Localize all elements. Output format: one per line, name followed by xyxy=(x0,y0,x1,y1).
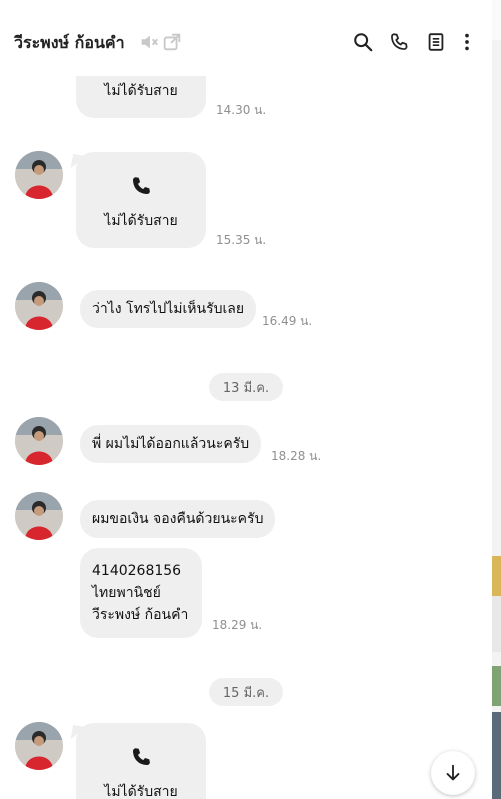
message-text: พี่ ผมไม่ได้ออกแล้วนะครับ xyxy=(92,436,250,452)
edge-block xyxy=(492,712,501,799)
missed-call-label: ไม่ได้รับสาย xyxy=(104,83,178,99)
message-time: 18.29 น. xyxy=(212,618,263,632)
background-window-edge xyxy=(492,0,501,799)
avatar[interactable] xyxy=(15,722,63,770)
message-time: 16.49 น. xyxy=(262,314,313,328)
message-bubble[interactable]: ว่าไง โทรไปไม่เห็นรับเลย xyxy=(80,290,257,328)
phone-icon[interactable] xyxy=(387,30,411,54)
edge-block xyxy=(492,0,501,40)
more-icon[interactable] xyxy=(455,30,479,54)
account-name: วีระพงษ์ ก้อนคำ xyxy=(92,607,189,623)
missed-call-bubble[interactable]: ไม่ได้รับสาย xyxy=(76,152,206,248)
date-separator: 15 มี.ค. xyxy=(209,678,283,706)
edge-block xyxy=(492,666,501,706)
message-text: ผมขอเงิน จองคืนด้วยนะครับ xyxy=(92,511,264,527)
notes-icon[interactable] xyxy=(424,30,448,54)
message-bubble[interactable]: ผมขอเงิน จองคืนด้วยนะครับ xyxy=(80,500,276,538)
avatar[interactable] xyxy=(15,282,63,330)
edge-block xyxy=(492,556,501,596)
missed-call-label: ไม่ได้รับสาย xyxy=(104,784,178,799)
message-text: ว่าไง โทรไปไม่เห็นรับเลย xyxy=(92,301,245,317)
missed-call-bubble[interactable]: ไม่ได้รับสาย xyxy=(76,723,206,799)
arrow-down-icon xyxy=(446,764,460,781)
avatar[interactable] xyxy=(15,492,63,540)
message-time: 18.28 น. xyxy=(271,449,322,463)
missed-call-label: ไม่ได้รับสาย xyxy=(104,213,178,229)
avatar[interactable] xyxy=(15,417,63,465)
date-separator: 13 มี.ค. xyxy=(209,373,283,401)
message-bubble[interactable]: พี่ ผมไม่ได้ออกแล้วนะครับ xyxy=(80,425,262,463)
phone-icon xyxy=(132,177,150,195)
search-icon[interactable] xyxy=(351,30,375,54)
message-bubble[interactable]: 4140268156 ไทยพานิชย์ วีระพงษ์ ก้อนคำ xyxy=(80,548,202,638)
account-number: 4140268156 xyxy=(92,563,182,579)
message-time: 14.30 น. xyxy=(216,103,267,117)
phone-icon xyxy=(132,748,150,766)
chat-panel: วีระพงษ์ ก้อนคำ ไม่ได้รับสาย 14.30 น. ไม… xyxy=(0,0,492,799)
mute-icon[interactable] xyxy=(137,30,161,54)
message-time: 15.35 น. xyxy=(216,233,267,247)
edge-block xyxy=(492,596,501,652)
chat-header: วีระพงษ์ ก้อนคำ xyxy=(0,0,492,76)
avatar[interactable] xyxy=(15,151,63,199)
scroll-down-button[interactable] xyxy=(431,751,475,795)
bank-name: ไทยพานิชย์ xyxy=(92,585,161,601)
contact-name: วีระพงษ์ ก้อนคำ xyxy=(14,33,125,52)
external-link-icon[interactable] xyxy=(160,30,184,54)
